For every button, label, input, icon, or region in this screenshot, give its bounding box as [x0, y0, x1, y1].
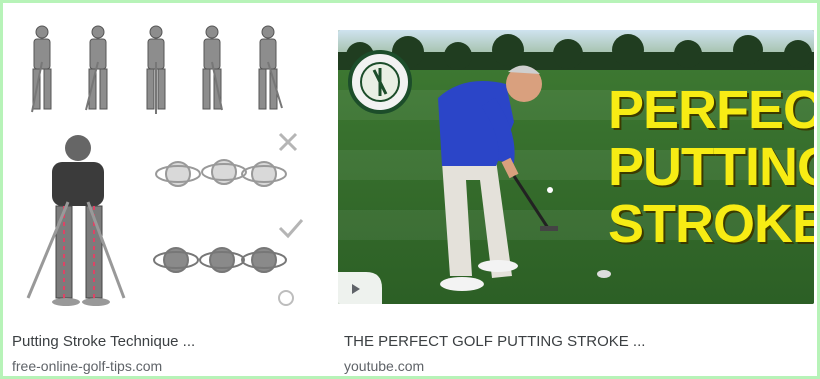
- result-thumbnail-1[interactable]: [6, 22, 306, 318]
- play-chip[interactable]: [338, 272, 382, 304]
- result-thumbnail-2[interactable]: PERFECTPUTTINGSTROKE: [338, 30, 814, 304]
- overlay-word: PERFECT: [608, 80, 814, 140]
- golf-putting-diagram-icon: [6, 22, 306, 318]
- overlay-word: STROKE: [608, 194, 814, 254]
- result-title[interactable]: THE PERFECT GOLF PUTTING STROKE ...: [344, 333, 645, 350]
- video-overlay-text: PERFECTPUTTINGSTROKE: [608, 80, 814, 254]
- result-source[interactable]: youtube.com: [344, 358, 424, 374]
- result-title[interactable]: Putting Stroke Technique ...: [12, 333, 195, 350]
- overlay-word: PUTTING: [608, 137, 814, 197]
- result-source[interactable]: free-online-golf-tips.com: [12, 358, 162, 374]
